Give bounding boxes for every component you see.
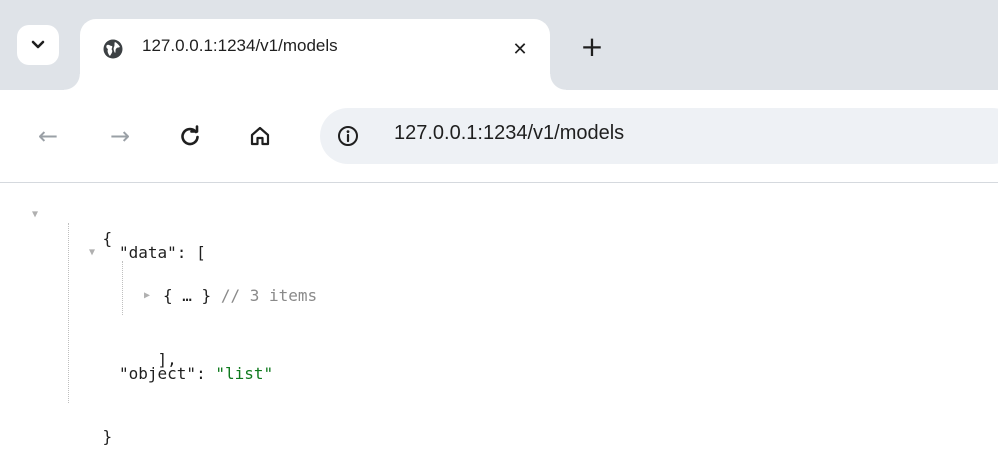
close-icon: ✕	[512, 38, 528, 60]
json-root-close: }	[102, 427, 113, 446]
json-data-key-line: "data": [	[119, 243, 206, 262]
chevron-down-icon	[31, 40, 45, 49]
url-text[interactable]: 127.0.0.1:1234/v1/models	[394, 122, 624, 145]
tab-title: 127.0.0.1:1234/v1/models	[142, 36, 338, 55]
tab-strip: 127.0.0.1:1234/v1/models ✕ +	[0, 0, 998, 90]
tab-close-button[interactable]: ✕	[506, 35, 534, 63]
json-object-line: "object": "list"	[119, 364, 274, 383]
address-bar[interactable]: 127.0.0.1:1234/v1/models	[320, 108, 998, 164]
json-root-open: {	[102, 229, 113, 248]
globe-icon	[103, 39, 123, 59]
new-tab-button[interactable]: +	[575, 30, 609, 64]
json-collapsed-item[interactable]: { … } // 3 items	[163, 284, 317, 308]
plus-icon: +	[580, 30, 604, 63]
indent-guide	[122, 261, 123, 315]
site-info-button[interactable]	[334, 122, 362, 150]
browser-toolbar: ← → 127.0.0.1:1234/v1/models	[0, 90, 998, 183]
json-viewer: ▼ { ▼ "data": [ ▶ { … } // 3 items ], "o…	[0, 183, 998, 466]
tab-search-button[interactable]	[17, 25, 59, 65]
arrow-right-icon: →	[109, 122, 131, 150]
active-tab[interactable]: 127.0.0.1:1234/v1/models ✕	[64, 19, 566, 90]
collapse-triangle-icon[interactable]: ▼	[32, 203, 38, 227]
info-icon	[338, 126, 358, 146]
json-data-close: ],	[157, 350, 177, 369]
arrow-left-icon: ←	[37, 122, 59, 150]
home-icon	[250, 126, 270, 146]
reload-button[interactable]	[172, 118, 208, 154]
reload-icon	[181, 125, 199, 146]
back-button[interactable]: ←	[30, 118, 66, 154]
expand-triangle-icon[interactable]: ▶	[144, 284, 150, 308]
collapse-triangle-icon[interactable]: ▼	[89, 241, 95, 265]
forward-button[interactable]: →	[102, 118, 138, 154]
home-button[interactable]	[242, 118, 278, 154]
